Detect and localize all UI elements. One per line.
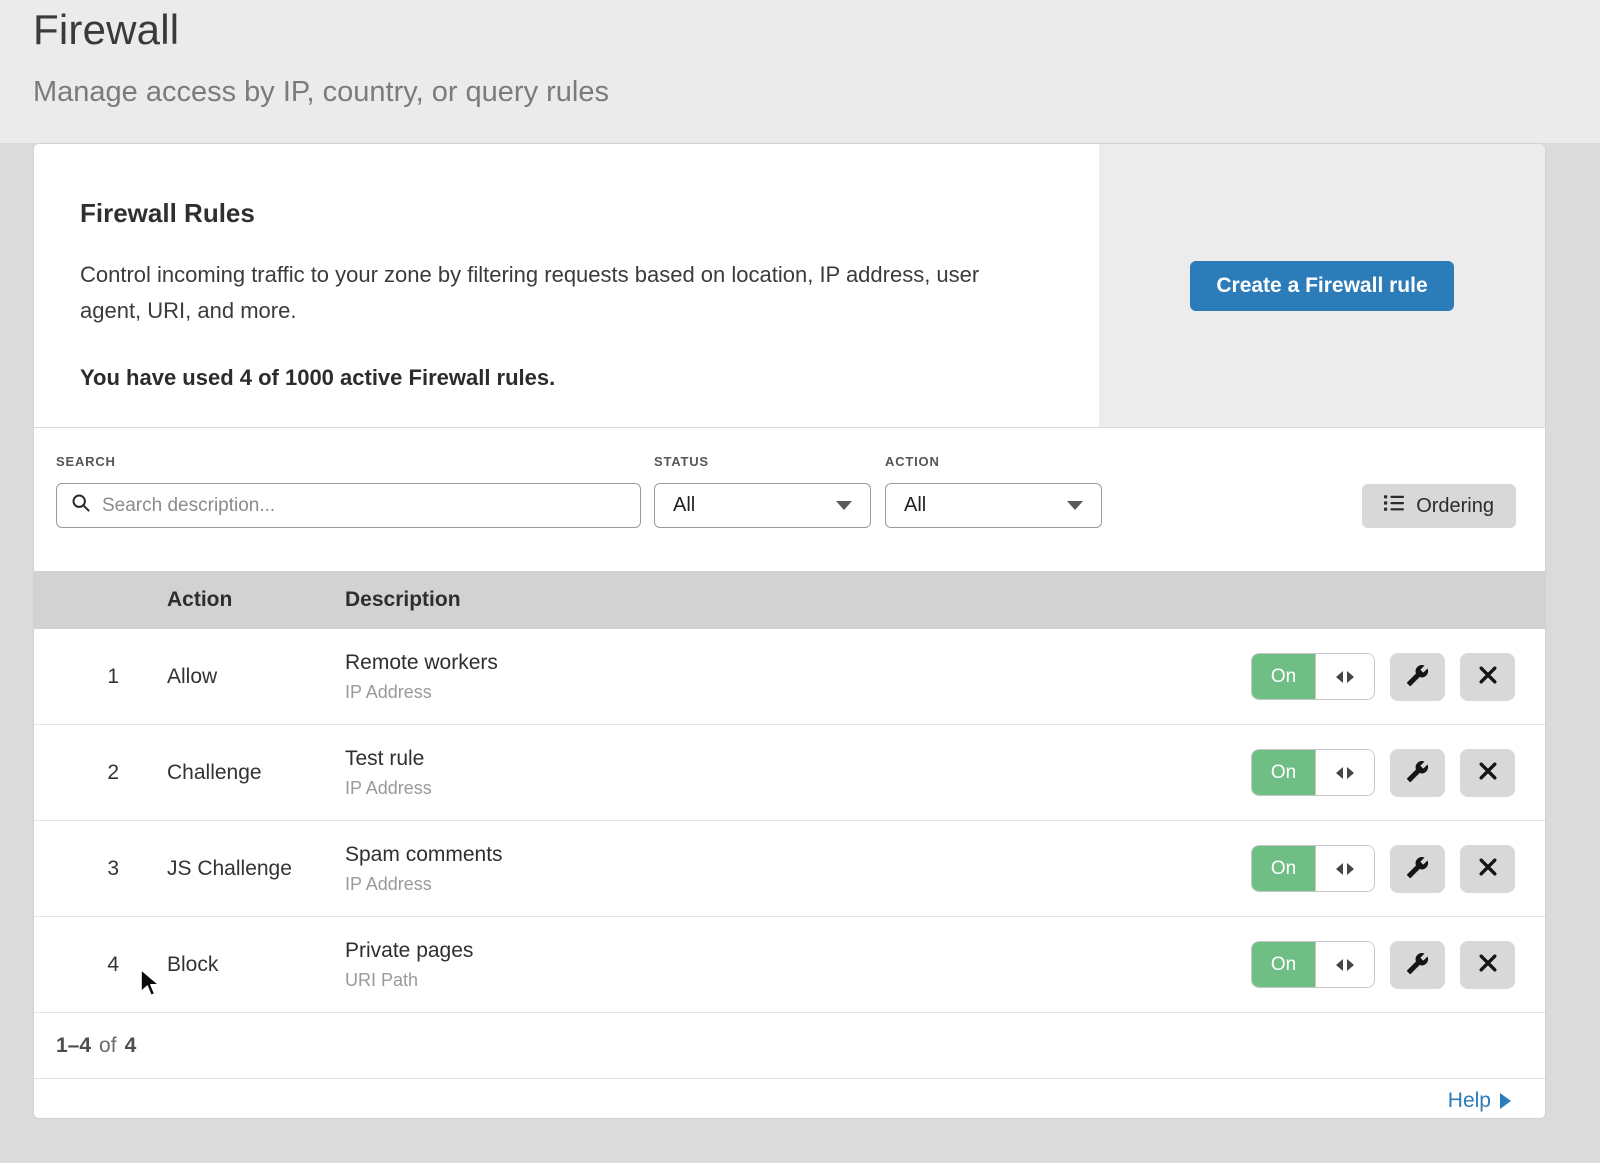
rule-controls: On: [1251, 845, 1545, 893]
delete-rule-button[interactable]: [1460, 941, 1515, 989]
toggle-arrows-icon: [1315, 654, 1374, 699]
arrow-right-icon: [1500, 1093, 1511, 1109]
rule-controls: On: [1251, 653, 1545, 701]
table-row: 3 JS Challenge Spam comments IP Address …: [34, 821, 1545, 917]
ordering-label: Ordering: [1416, 495, 1494, 518]
card-heading: Firewall Rules: [80, 198, 1053, 229]
action-selected-value: All: [904, 494, 926, 517]
search-icon: [71, 493, 91, 518]
table-body: 1 Allow Remote workers IP Address On: [34, 629, 1545, 1013]
chevron-down-icon: [836, 501, 852, 510]
toggle-arrows-icon: [1315, 846, 1374, 891]
status-select[interactable]: All: [654, 483, 871, 528]
table-row: 4 Block Private pages URI Path On: [34, 917, 1545, 1013]
rule-match-type: IP Address: [345, 778, 1251, 799]
rule-number: 4: [34, 953, 119, 977]
column-action: Action: [119, 588, 345, 612]
pagination-range: 1–4: [56, 1034, 91, 1058]
wrench-icon: [1406, 952, 1429, 978]
search-input-wrap: [56, 483, 641, 528]
toggle-on-label: On: [1252, 750, 1315, 795]
delete-rule-button[interactable]: [1460, 845, 1515, 893]
card-cta-panel: Create a Firewall rule: [1099, 144, 1545, 427]
wrench-icon: [1406, 856, 1429, 882]
rule-enabled-toggle[interactable]: On: [1251, 845, 1375, 892]
rule-controls: On: [1251, 941, 1545, 989]
rule-description: Test rule: [345, 747, 1251, 771]
page-subtitle: Manage access by IP, country, or query r…: [33, 76, 609, 109]
rule-enabled-toggle[interactable]: On: [1251, 941, 1375, 988]
rule-action: Allow: [119, 665, 345, 689]
pagination-of: of: [99, 1034, 117, 1058]
toggle-on-label: On: [1252, 942, 1315, 987]
pagination: 1–4 of 4: [34, 1013, 1545, 1079]
card-intro: Firewall Rules Control incoming traffic …: [34, 144, 1099, 427]
rule-number: 3: [34, 857, 119, 881]
edit-rule-button[interactable]: [1390, 845, 1445, 893]
usage-note: You have used 4 of 1000 active Firewall …: [80, 365, 1053, 391]
rule-description: Remote workers: [345, 651, 1251, 675]
wrench-icon: [1406, 760, 1429, 786]
chevron-down-icon: [1067, 501, 1083, 510]
card-top-section: Firewall Rules Control incoming traffic …: [34, 144, 1545, 428]
rule-description-cell: Spam comments IP Address: [345, 843, 1251, 895]
delete-rule-button[interactable]: [1460, 749, 1515, 797]
rule-description-cell: Test rule IP Address: [345, 747, 1251, 799]
toggle-arrows-icon: [1315, 750, 1374, 795]
toggle-on-label: On: [1252, 846, 1315, 891]
toggle-on-label: On: [1252, 654, 1315, 699]
search-input[interactable]: [102, 495, 626, 517]
action-label: ACTION: [885, 454, 940, 469]
pagination-total: 4: [125, 1034, 137, 1058]
edit-rule-button[interactable]: [1390, 941, 1445, 989]
table-row: 2 Challenge Test rule IP Address On: [34, 725, 1545, 821]
rule-number: 2: [34, 761, 119, 785]
rule-description: Spam comments: [345, 843, 1251, 867]
rule-action: Block: [119, 953, 345, 977]
rule-description-cell: Remote workers IP Address: [345, 651, 1251, 703]
filters-bar: SEARCH STATUS All ACTION All: [34, 428, 1545, 571]
column-description: Description: [345, 588, 1545, 612]
wrench-icon: [1406, 664, 1429, 690]
page-header: Firewall Manage access by IP, country, o…: [33, 6, 609, 109]
rule-action: JS Challenge: [119, 857, 345, 881]
card-footer: Help: [34, 1079, 1545, 1119]
help-link[interactable]: Help: [1448, 1089, 1511, 1113]
rule-number: 1: [34, 665, 119, 689]
create-firewall-rule-button[interactable]: Create a Firewall rule: [1190, 261, 1453, 311]
close-icon: [1478, 953, 1498, 976]
table-row: 1 Allow Remote workers IP Address On: [34, 629, 1545, 725]
rule-enabled-toggle[interactable]: On: [1251, 653, 1375, 700]
rule-description-cell: Private pages URI Path: [345, 939, 1251, 991]
rule-match-type: IP Address: [345, 682, 1251, 703]
edit-rule-button[interactable]: [1390, 653, 1445, 701]
page-title: Firewall: [33, 6, 609, 54]
rule-action: Challenge: [119, 761, 345, 785]
rule-description: Private pages: [345, 939, 1251, 963]
rule-match-type: IP Address: [345, 874, 1251, 895]
status-label: STATUS: [654, 454, 709, 469]
rule-enabled-toggle[interactable]: On: [1251, 749, 1375, 796]
table-header: Action Description: [34, 571, 1545, 629]
status-selected-value: All: [673, 494, 695, 517]
edit-rule-button[interactable]: [1390, 749, 1445, 797]
close-icon: [1478, 665, 1498, 688]
card-description: Control incoming traffic to your zone by…: [80, 257, 1030, 329]
list-icon: [1384, 494, 1404, 518]
delete-rule-button[interactable]: [1460, 653, 1515, 701]
action-select[interactable]: All: [885, 483, 1102, 528]
rule-controls: On: [1251, 749, 1545, 797]
help-label: Help: [1448, 1089, 1491, 1113]
toggle-arrows-icon: [1315, 942, 1374, 987]
ordering-button[interactable]: Ordering: [1362, 484, 1516, 528]
firewall-rules-card: Firewall Rules Control incoming traffic …: [33, 143, 1546, 1119]
close-icon: [1478, 761, 1498, 784]
search-label: SEARCH: [56, 454, 116, 469]
rule-match-type: URI Path: [345, 970, 1251, 991]
close-icon: [1478, 857, 1498, 880]
